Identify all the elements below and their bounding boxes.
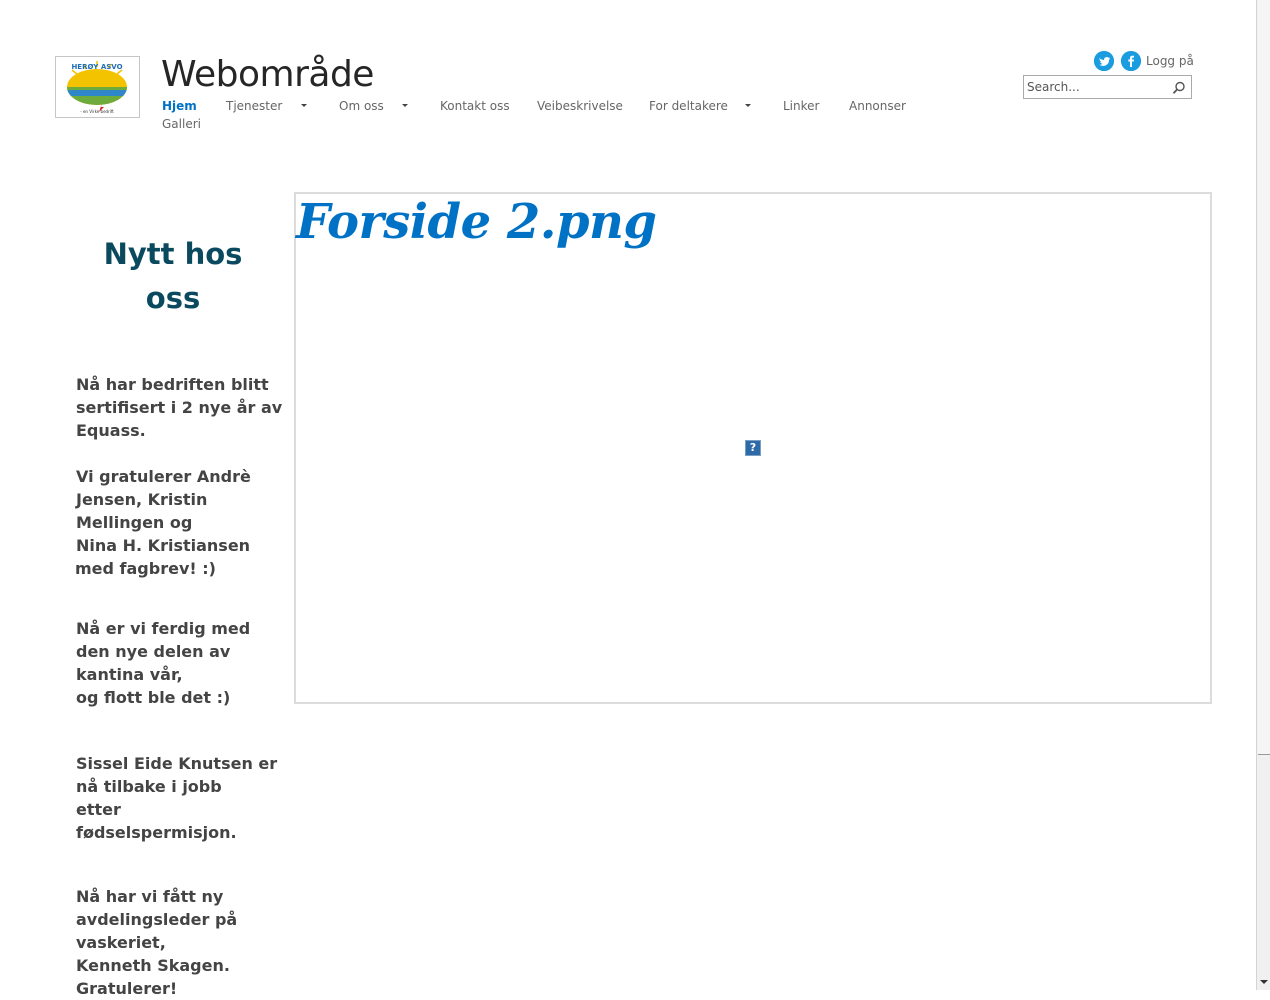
- news-item: Nå er vi ferdig med den nye delen av kan…: [76, 617, 276, 709]
- news-line: den nye delen av: [76, 642, 231, 661]
- news-line: og flott ble det :): [76, 688, 231, 707]
- news-line: Vi gratulerer Andrè: [76, 467, 251, 486]
- nav-item-annonser[interactable]: Annonser: [849, 99, 906, 113]
- nav-item-kontakt-oss[interactable]: Kontakt oss: [440, 99, 510, 113]
- news-line: med fagbrev! :): [75, 559, 216, 578]
- site-logo[interactable]: HERØY ASVO - en Virke bedrift: [55, 56, 140, 118]
- nav-tjenester-dropdown-arrow-icon[interactable]: [301, 104, 307, 107]
- news-item: Nå har vi fått ny avdelingsleder på vask…: [76, 885, 276, 1000]
- news-item: Nå har bedriften blitt sertifisert i 2 n…: [76, 373, 283, 442]
- nav-item-galleri[interactable]: Galleri: [162, 117, 201, 131]
- magnifier-icon[interactable]: [1172, 80, 1186, 99]
- news-line: kantina vår,: [76, 665, 183, 684]
- nav-item-om-oss[interactable]: Om oss: [339, 99, 384, 113]
- vertical-scrollbar[interactable]: [1256, 0, 1270, 990]
- image-title: Forside 2.png: [296, 194, 657, 250]
- news-line: Mellingen og: [76, 513, 193, 532]
- nav-item-hjem[interactable]: Hjem: [162, 99, 197, 113]
- nav-item-for-deltakere[interactable]: For deltakere: [649, 99, 728, 113]
- broken-image-icon: ?: [745, 440, 761, 456]
- search-box: [1023, 75, 1192, 99]
- facebook-icon[interactable]: [1121, 51, 1141, 71]
- news-heading: Nytt hos oss: [90, 232, 256, 320]
- news-line: Sissel Eide Knutsen er: [76, 754, 278, 773]
- news-line: fødselspermisjon.: [76, 823, 237, 842]
- login-link[interactable]: Logg på: [1146, 54, 1194, 68]
- news-line: Nina H. Kristiansen: [76, 536, 251, 555]
- news-line: avdelingsleder på: [76, 910, 238, 929]
- logo-top-text: HERØY ASVO: [71, 63, 122, 71]
- news-line: Nå har bedriften blitt: [76, 375, 269, 394]
- news-line: sertifisert i 2 nye år av: [76, 398, 283, 417]
- main-image-panel: Forside 2.png ?: [294, 192, 1212, 704]
- news-line: Nå har vi fått ny: [76, 887, 224, 906]
- scrollbar-thumb[interactable]: [1258, 0, 1270, 755]
- nav-om-oss-dropdown-arrow-icon[interactable]: [402, 104, 408, 107]
- news-line: vaskeriet,: [76, 933, 166, 952]
- news-item: Sissel Eide Knutsen er nå tilbake i jobb…: [76, 752, 278, 844]
- news-line: nå tilbake i jobb: [76, 777, 222, 796]
- news-line: Jensen, Kristin: [76, 490, 208, 509]
- news-line: Kenneth Skagen.: [76, 956, 230, 975]
- nav-item-linker[interactable]: Linker: [783, 99, 819, 113]
- nav-for-deltakere-dropdown-arrow-icon[interactable]: [745, 104, 751, 107]
- news-line: Equass.: [76, 421, 146, 440]
- site-title[interactable]: Webområde: [161, 54, 374, 95]
- news-heading-line-2: oss: [145, 281, 201, 315]
- scroll-down-arrow-icon[interactable]: [1260, 980, 1268, 984]
- news-line: etter: [76, 800, 121, 819]
- news-line: Nå er vi ferdig med: [76, 619, 251, 638]
- nav-item-veibeskrivelse[interactable]: Veibeskrivelse: [537, 99, 623, 113]
- logo-bottom-text: - en Virke bedrift: [80, 109, 114, 114]
- twitter-icon[interactable]: [1094, 51, 1114, 71]
- news-item: Vi gratulerer Andrè Jensen, Kristin Mell…: [75, 465, 276, 580]
- news-heading-line-1: Nytt hos: [103, 237, 243, 271]
- search-input[interactable]: [1027, 79, 1167, 95]
- news-line: Gratulerer!: [76, 979, 178, 998]
- nav-item-tjenester[interactable]: Tjenester: [226, 99, 282, 113]
